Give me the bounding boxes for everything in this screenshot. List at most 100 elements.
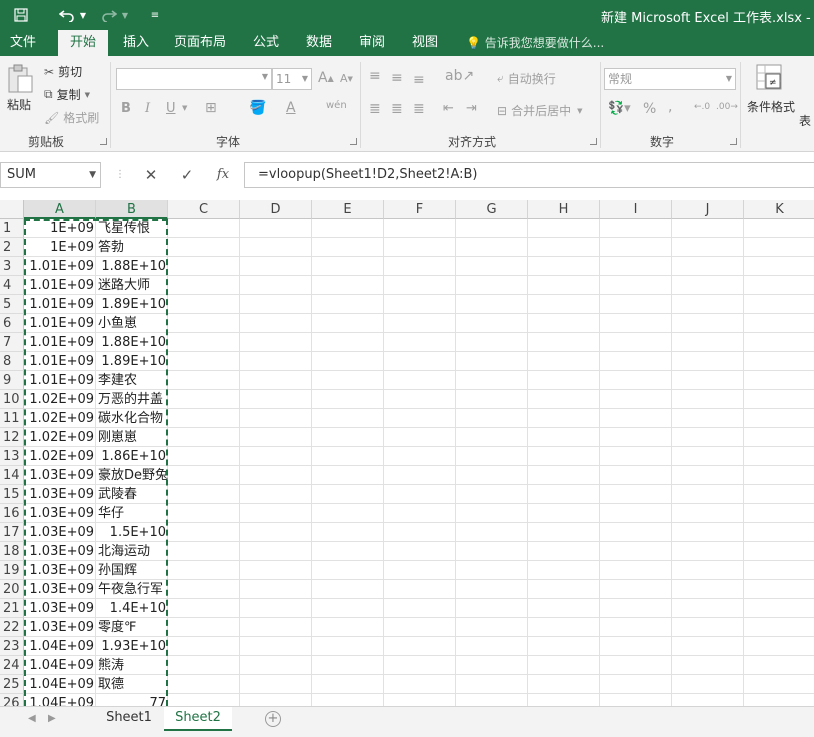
cell-a[interactable]: 1.01E+09 (24, 352, 96, 371)
underline-dropdown-icon[interactable]: ▼ (182, 104, 187, 112)
redo-dropdown-icon[interactable]: ▼ (120, 5, 130, 25)
cell-b[interactable]: 小鱼崽 (96, 314, 137, 333)
number-launcher-icon[interactable] (730, 138, 737, 145)
save-icon[interactable] (10, 5, 32, 25)
fill-color-icon[interactable]: 🪣 (249, 100, 266, 116)
decrease-indent-icon[interactable]: ⇤ (443, 101, 454, 116)
cell-b[interactable]: 零度℉ (96, 618, 136, 637)
cell-b[interactable]: 1.5E+10 (96, 523, 168, 542)
cell-a[interactable]: 1.02E+09 (24, 428, 96, 447)
orientation-icon[interactable]: ab↗ (445, 68, 474, 84)
wrap-text-button[interactable]: ⤶ 自动换行 (497, 70, 556, 87)
sheet-next-icon[interactable]: ▶ (48, 713, 56, 724)
row-header[interactable]: 13 (0, 447, 24, 466)
align-bottom-icon[interactable]: ≡ (413, 72, 425, 88)
row-header[interactable]: 25 (0, 675, 24, 694)
add-sheet-icon[interactable]: + (265, 711, 281, 727)
cell-a[interactable]: 1.01E+09 (24, 257, 96, 276)
font-size-select[interactable]: 11 ▼ (272, 68, 312, 90)
tab-view[interactable]: 视图 (403, 30, 447, 56)
select-all-corner[interactable] (0, 200, 24, 219)
column-header-f[interactable]: F (384, 200, 456, 219)
cell-b[interactable]: 1.88E+10 (96, 257, 168, 276)
cell-a[interactable]: 1.01E+09 (24, 276, 96, 295)
row-header[interactable]: 23 (0, 637, 24, 656)
row-header[interactable]: 4 (0, 276, 24, 295)
cell-b[interactable]: 1.88E+10 (96, 333, 168, 352)
tab-insert[interactable]: 插入 (114, 30, 158, 56)
cell-b[interactable]: 碳水化合物 (96, 409, 163, 428)
row-header[interactable]: 16 (0, 504, 24, 523)
cell-a[interactable]: 1.02E+09 (24, 409, 96, 428)
cell-b[interactable]: 武陵春 (96, 485, 137, 504)
row-header[interactable]: 8 (0, 352, 24, 371)
increase-decimal-icon[interactable]: ←.0 (694, 102, 710, 112)
row-header[interactable]: 12 (0, 428, 24, 447)
cell-a[interactable]: 1.04E+09 (24, 694, 96, 706)
phonetic-icon[interactable]: wén (326, 100, 347, 111)
name-box[interactable]: SUM ▼ (0, 162, 101, 188)
merge-center-button[interactable]: ⊟ 合并后居中 ▼ (497, 102, 582, 119)
comma-button[interactable]: , (668, 99, 672, 115)
font-color-icon[interactable]: A (286, 100, 296, 116)
font-launcher-icon[interactable] (350, 138, 357, 145)
font-name-select[interactable]: ▼ (116, 68, 272, 90)
cell-a[interactable]: 1.03E+09 (24, 466, 96, 485)
cell-b[interactable]: 刚崽崽 (96, 428, 137, 447)
row-header[interactable]: 5 (0, 295, 24, 314)
format-as-table-button[interactable]: 表 (799, 112, 811, 129)
tab-review[interactable]: 审阅 (350, 30, 394, 56)
cell-a[interactable]: 1.04E+09 (24, 656, 96, 675)
cell-a[interactable]: 1E+09 (24, 219, 96, 238)
paste-icon[interactable] (6, 64, 34, 94)
cell-a[interactable]: 1.03E+09 (24, 561, 96, 580)
column-header-d[interactable]: D (240, 200, 312, 219)
increase-indent-icon[interactable]: ⇥ (466, 101, 477, 116)
worksheet-grid[interactable]: ABCDEFGHIJK 1 1E+09 飞星传恨 2 1E+09 答勃 3 1.01E+09 1… (0, 200, 814, 706)
sheet-tab-sheet1[interactable]: Sheet1 (96, 707, 162, 731)
row-header[interactable]: 14 (0, 466, 24, 485)
row-header[interactable]: 24 (0, 656, 24, 675)
row-header[interactable]: 15 (0, 485, 24, 504)
customize-toolbar-icon[interactable]: ≡ (148, 5, 162, 25)
cell-a[interactable]: 1.02E+09 (24, 447, 96, 466)
align-left-icon[interactable]: ≣ (369, 101, 381, 117)
cell-a[interactable]: 1.03E+09 (24, 580, 96, 599)
shrink-font-button[interactable]: A ▼ (340, 72, 353, 85)
cell-a[interactable]: 1.01E+09 (24, 333, 96, 352)
row-header[interactable]: 17 (0, 523, 24, 542)
sheet-tab-sheet2[interactable]: Sheet2 (164, 707, 232, 731)
undo-dropdown-icon[interactable]: ▼ (78, 5, 88, 25)
cell-b[interactable]: 孙国辉 (96, 561, 137, 580)
column-header-h[interactable]: H (528, 200, 600, 219)
format-painter-button[interactable]: 🖌 格式刷 (44, 109, 99, 126)
name-box-dropdown-icon[interactable]: ▼ (89, 163, 96, 187)
cell-a[interactable]: 1.01E+09 (24, 295, 96, 314)
row-header[interactable]: 26 (0, 694, 24, 706)
enter-icon[interactable]: ✓ (175, 162, 199, 188)
column-header-e[interactable]: E (312, 200, 384, 219)
alignment-launcher-icon[interactable] (590, 138, 597, 145)
cell-a[interactable]: 1.03E+09 (24, 599, 96, 618)
copy-button[interactable]: ⧉ 复制 ▼ (44, 86, 90, 103)
cell-a[interactable]: 1E+09 (24, 238, 96, 257)
cell-b[interactable]: 77 (96, 694, 168, 706)
column-header-a[interactable]: A (24, 200, 96, 219)
cell-a[interactable]: 1.04E+09 (24, 637, 96, 656)
column-header-j[interactable]: J (672, 200, 744, 219)
cell-a[interactable]: 1.03E+09 (24, 504, 96, 523)
row-header[interactable]: 22 (0, 618, 24, 637)
cell-b[interactable]: 1.86E+10 (96, 447, 168, 466)
cell-b[interactable]: 1.93E+10 (96, 637, 168, 656)
column-header-c[interactable]: C (168, 200, 240, 219)
tab-page-layout[interactable]: 页面布局 (166, 30, 234, 56)
row-header[interactable]: 19 (0, 561, 24, 580)
redo-icon[interactable] (98, 5, 120, 25)
cell-b[interactable]: 答勃 (96, 238, 124, 257)
insert-function-icon[interactable]: fx (211, 162, 235, 188)
formula-input[interactable]: =vloopup(Sheet1!D2,Sheet2!A:B) (244, 162, 814, 188)
cell-b[interactable]: 豪放De野兔 (96, 466, 168, 485)
tab-data[interactable]: 数据 (297, 30, 341, 56)
cell-b[interactable]: 熊涛 (96, 656, 124, 675)
cell-b[interactable]: 取德 (96, 675, 124, 694)
